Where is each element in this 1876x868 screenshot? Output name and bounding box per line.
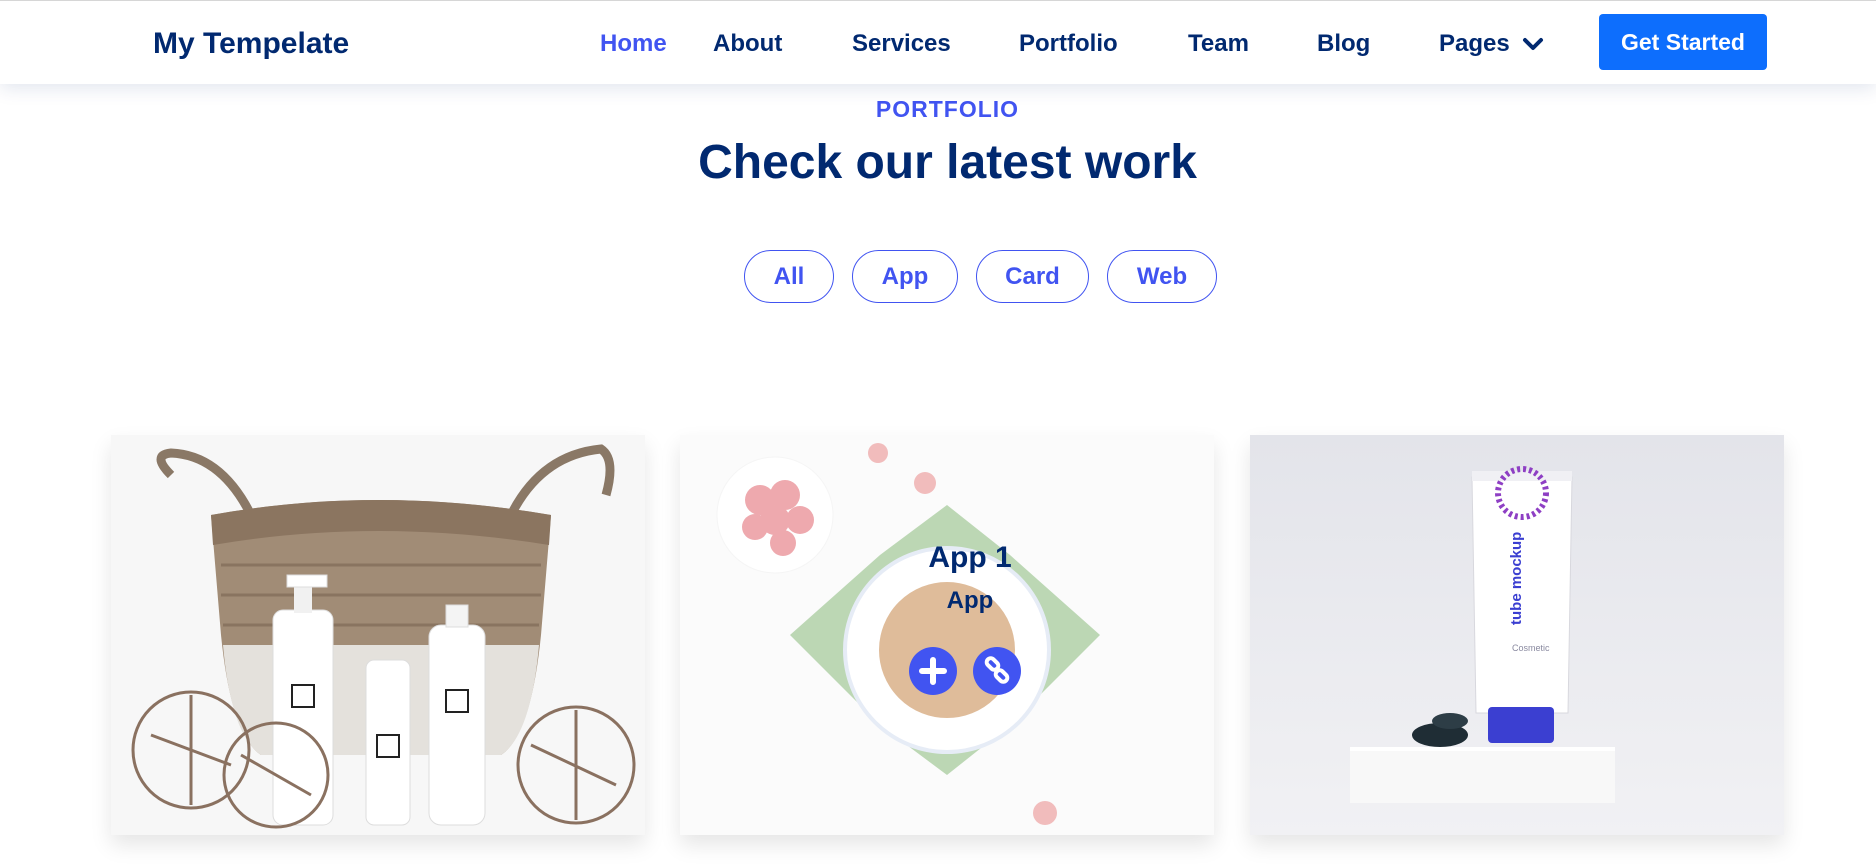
nav-about[interactable]: About	[713, 30, 782, 58]
portfolio-item-category: App	[946, 587, 994, 614]
nav-portfolio[interactable]: Portfolio	[1019, 30, 1118, 58]
nav-team[interactable]: Team	[1188, 30, 1249, 58]
nav-home[interactable]: Home	[600, 30, 667, 58]
nav-blog[interactable]: Blog	[1317, 30, 1370, 58]
filter-web[interactable]: Web	[1107, 250, 1217, 303]
product-sublabel: Cosmetic	[1512, 643, 1550, 653]
get-started-button[interactable]: Get Started	[1599, 14, 1767, 70]
nav-services[interactable]: Services	[852, 30, 951, 58]
site-header: My Tempelate Home About Services Portfol…	[0, 0, 1876, 84]
portfolio-item-1[interactable]	[111, 435, 645, 835]
tube-mockup-image	[1250, 435, 1784, 835]
portfolio-item-title: App 1	[928, 541, 1012, 574]
portfolio-item-2[interactable]: App 1 App	[680, 435, 1214, 835]
nav-pages-label: Pages	[1439, 30, 1510, 57]
filter-app[interactable]: App	[852, 250, 958, 303]
section-title: Check our latest work	[698, 136, 1197, 189]
nav-pages[interactable]: Pages	[1439, 30, 1544, 59]
basket-cosmetics-image	[111, 435, 645, 835]
section-eyebrow: PORTFOLIO	[875, 96, 1020, 122]
filter-card[interactable]: Card	[976, 250, 1089, 303]
site-logo[interactable]: My Tempelate	[153, 27, 349, 61]
product-label: tube mockup	[1508, 531, 1525, 625]
hover-overlay	[680, 435, 1214, 835]
portfolio-item-3[interactable]: tube mockup Cosmetic	[1250, 435, 1784, 835]
link-icon[interactable]	[973, 647, 1021, 695]
plus-icon[interactable]	[909, 647, 957, 695]
filter-all[interactable]: All	[744, 250, 834, 303]
chevron-down-icon	[1522, 31, 1544, 59]
